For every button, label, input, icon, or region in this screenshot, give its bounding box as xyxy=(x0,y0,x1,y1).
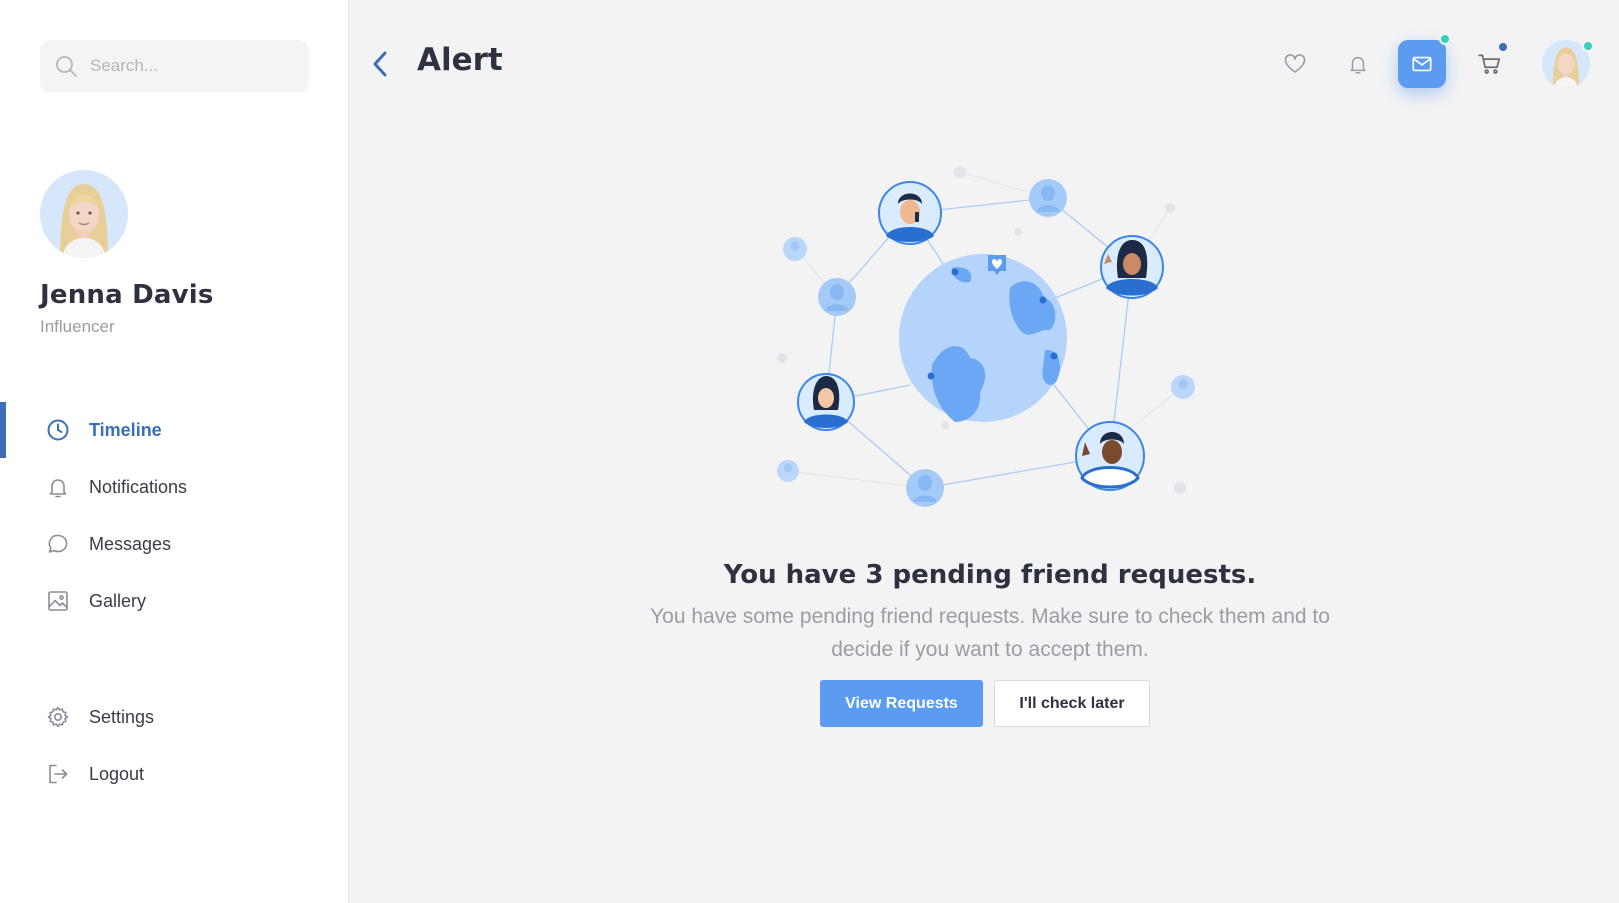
logout-icon xyxy=(49,764,68,784)
mail-icon xyxy=(1412,56,1432,72)
back-arrow-icon[interactable] xyxy=(366,48,394,80)
view-requests-button[interactable]: View Requests xyxy=(820,680,983,727)
sidebar-item-notifications[interactable]: Notifications xyxy=(0,459,349,515)
sidebar-item-label: Messages xyxy=(89,533,172,554)
profile-name: Jenna Davis xyxy=(40,280,214,310)
active-indicator xyxy=(0,402,6,458)
sidebar-item-timeline[interactable]: Timeline xyxy=(0,402,349,458)
check-later-button[interactable]: I'll check later xyxy=(994,680,1150,727)
friends-network-illustration xyxy=(777,166,1195,507)
sidebar-item-label: Logout xyxy=(89,763,145,784)
cart-icon xyxy=(1478,54,1501,74)
clock-icon xyxy=(47,419,69,441)
sidebar-item-label: Timeline xyxy=(89,419,162,440)
search-box[interactable] xyxy=(40,40,309,92)
profile-role: Influencer xyxy=(40,317,115,336)
bell-icon xyxy=(49,479,67,498)
search-icon xyxy=(56,56,77,77)
search-input[interactable] xyxy=(90,40,300,92)
sidebar-item-messages[interactable]: Messages xyxy=(0,516,349,572)
sidebar-item-settings[interactable]: Settings xyxy=(0,689,349,745)
cart-badge-dot xyxy=(1497,41,1509,53)
image-icon xyxy=(48,591,68,611)
profile-avatar xyxy=(40,170,128,258)
messages-button[interactable] xyxy=(1398,40,1446,88)
alert-description: You have some pending friend requests. M… xyxy=(650,605,1330,661)
mail-unread-dot xyxy=(1439,33,1451,45)
page-title: Alert xyxy=(417,42,503,78)
sidebar-item-gallery[interactable]: Gallery xyxy=(0,573,349,629)
sidebar-item-label: Gallery xyxy=(89,590,147,611)
sidebar: Jenna Davis Influencer Timeline Notifica… xyxy=(0,0,349,903)
alert-headline: You have 3 pending friend requests. xyxy=(723,560,1257,590)
notifications-button[interactable] xyxy=(1334,40,1382,88)
heart-icon xyxy=(1284,54,1306,73)
online-status-dot xyxy=(1582,40,1594,52)
sidebar-item-label: Settings xyxy=(89,706,155,727)
gear-icon xyxy=(47,706,69,728)
sidebar-item-label: Notifications xyxy=(89,476,188,497)
favorites-button[interactable] xyxy=(1271,40,1319,88)
chat-icon xyxy=(48,534,68,553)
sidebar-item-logout[interactable]: Logout xyxy=(0,746,349,802)
bell-icon xyxy=(1350,56,1366,74)
